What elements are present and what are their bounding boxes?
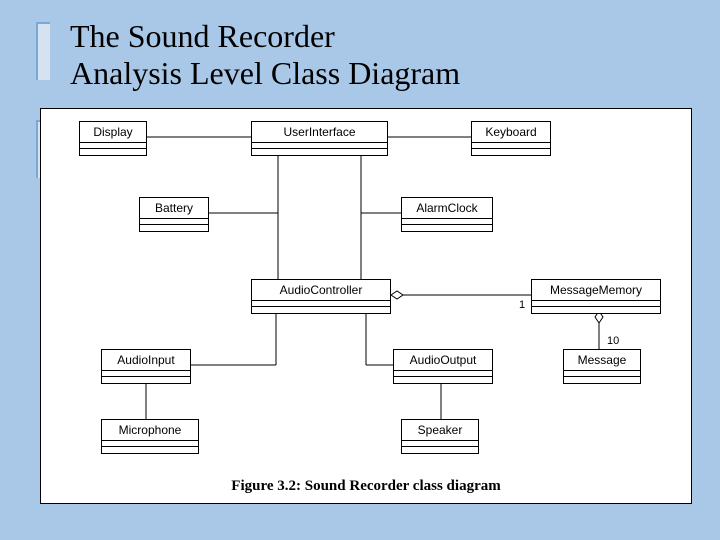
class-name: AudioController <box>252 280 390 301</box>
title-line-1: The Sound Recorder <box>70 18 335 54</box>
class-name: Battery <box>140 198 208 219</box>
bullet-decoration <box>36 22 50 80</box>
class-microphone: Microphone <box>101 419 199 454</box>
class-name: AlarmClock <box>402 198 492 219</box>
class-name: UserInterface <box>252 122 387 143</box>
diagram-panel: Display UserInterface Keyboard Battery A… <box>40 108 692 504</box>
multiplicity-mm-msg: 10 <box>607 335 619 347</box>
class-alarm-clock: AlarmClock <box>401 197 493 232</box>
class-name: MessageMemory <box>532 280 660 301</box>
class-audio-input: AudioInput <box>101 349 191 384</box>
class-name: Message <box>564 350 640 371</box>
class-name: Keyboard <box>472 122 550 143</box>
slide: The Sound Recorder Analysis Level Class … <box>0 0 720 540</box>
class-audio-controller: AudioController <box>251 279 391 314</box>
slide-title: The Sound Recorder Analysis Level Class … <box>70 18 460 92</box>
class-message-memory: MessageMemory <box>531 279 661 314</box>
class-display: Display <box>79 121 147 156</box>
figure-caption: Figure 3.2: Sound Recorder class diagram <box>41 478 691 495</box>
class-name: AudioOutput <box>394 350 492 371</box>
class-diagram: Display UserInterface Keyboard Battery A… <box>41 109 691 503</box>
class-name: AudioInput <box>102 350 190 371</box>
title-line-2: Analysis Level Class Diagram <box>70 55 460 91</box>
multiplicity-ac-mm: 1 <box>519 299 525 311</box>
class-user-interface: UserInterface <box>251 121 388 156</box>
class-message: Message <box>563 349 641 384</box>
class-speaker: Speaker <box>401 419 479 454</box>
class-battery: Battery <box>139 197 209 232</box>
class-name: Display <box>80 122 146 143</box>
class-audio-output: AudioOutput <box>393 349 493 384</box>
class-name: Microphone <box>102 420 198 441</box>
class-keyboard: Keyboard <box>471 121 551 156</box>
class-name: Speaker <box>402 420 478 441</box>
